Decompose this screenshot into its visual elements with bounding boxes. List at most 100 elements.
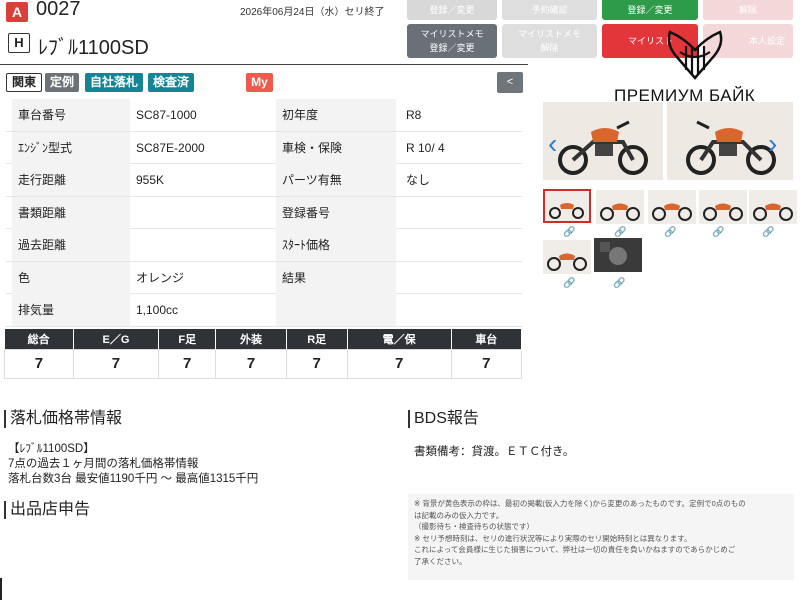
spec-label: 走行距離 — [12, 164, 130, 196]
grade-value: 7 — [450, 348, 523, 379]
grade-header: E／G — [73, 329, 160, 349]
grade-value: 7 — [346, 348, 452, 379]
grade-header-row: 総合 E／G F足 外装 R足 電／保 車台 — [4, 329, 523, 349]
auction-date: 2026年06月24日（水）セリ終了 — [240, 7, 385, 18]
cancel-button-label: 解除 — [738, 5, 757, 15]
spec-label: 登録番号 — [276, 196, 396, 229]
thumbnail-1-image — [549, 203, 584, 219]
grade-header: 車台 — [451, 329, 523, 349]
grade-table: 総合 E／G F足 外装 R足 電／保 車台 7777777 — [4, 329, 523, 379]
main-photo[interactable] — [543, 102, 793, 180]
thumbnail-5-image — [753, 203, 793, 221]
rank-badge: H — [8, 33, 30, 53]
grade-value: 7 — [4, 348, 74, 379]
thumbnail-3[interactable] — [648, 190, 696, 224]
spec-label: 車検・保険 — [276, 131, 396, 164]
header-divider — [0, 64, 528, 65]
lot-number: 0027 — [36, 0, 81, 20]
spec-row: 走行距離 955K パーツ有無 なし — [6, 164, 522, 197]
thumbnail-7[interactable] — [594, 238, 642, 272]
grade-value: 7 — [215, 348, 287, 379]
note-line: は記載のみの仮入力です。 — [414, 510, 504, 520]
register-button-1[interactable]: 登録／変更 — [407, 0, 497, 20]
spec-value: SC87E-2000 — [136, 140, 205, 155]
link-icon-2[interactable]: 🔗 — [614, 227, 626, 238]
mylist-memo-label: マイリストメモ — [420, 29, 484, 39]
grade-value-row: 7777777 — [4, 348, 523, 379]
spec-value: R 10/ 4 — [406, 140, 445, 155]
thumbnail-7-image — [594, 238, 642, 272]
spec-label: 車台番号 — [12, 99, 130, 131]
thumbnail-4[interactable] — [699, 190, 747, 224]
thumbnail-2[interactable] — [596, 190, 644, 224]
seller-declaration-title: 出品店申告 — [4, 501, 90, 519]
spec-row: 書類距離 登録番号 — [6, 196, 522, 229]
mylist-memo-button[interactable]: マイリストメモ 登録／変更 — [407, 24, 497, 58]
prev-photo-chevron-icon[interactable]: ‹ — [548, 128, 557, 160]
thumbnail-1[interactable] — [543, 189, 591, 223]
grade-header: F足 — [158, 329, 217, 349]
thumbnail-4-image — [703, 203, 743, 221]
reservation-button[interactable]: 予約確認 — [502, 0, 597, 20]
link-icon-3[interactable]: 🔗 — [664, 227, 676, 238]
grade-value: 7 — [158, 348, 217, 379]
page: A 0027 2026年06月24日（水）セリ終了 H ﾚﾌﾞﾙ1100SD 登… — [0, 0, 800, 600]
spec-label: パーツ有無 — [276, 164, 396, 196]
link-icon-6[interactable]: 🔗 — [563, 278, 575, 289]
spec-table: 車台番号 SC87-1000 初年度 R8 ｴﾝｼﾞﾝ型式 SC87E-2000 車検・保険… — [6, 99, 522, 327]
note-line: （撮影待ち・検査待ちの状態です） — [414, 522, 534, 531]
spec-row: ｴﾝｼﾞﾝ型式 SC87E-2000 車検・保険 R 10/ 4 — [6, 131, 522, 164]
link-icon-4[interactable]: 🔗 — [712, 227, 724, 238]
thumbnail-2-image — [600, 203, 640, 221]
motorcycle-photo-image — [543, 102, 793, 180]
bid-info-line: 落札台数3台 最安値1190千円 〜 最高値1315千円 — [8, 473, 259, 485]
my-tag[interactable]: My — [246, 73, 273, 92]
mylist-memo-sublabel: 登録／変更 — [429, 43, 475, 53]
spec-row: 車台番号 SC87-1000 初年度 R8 — [6, 99, 522, 132]
spec-row: 過去距離 ｽﾀｰﾄ価格 — [6, 229, 522, 262]
note-line: ※ 背景が黄色表示の枠は、最初の掲載(仮入力を除く)から変更のあったものです。定… — [414, 499, 746, 508]
spec-value: R8 — [406, 108, 422, 122]
spec-value: なし — [406, 173, 431, 187]
spec-row: 色オレンジ 結果 — [6, 261, 522, 294]
notes-box: ※ 背景が黄色表示の枠は、最初の掲載(仮入力を除く)から変更のあったものです。定… — [408, 494, 794, 580]
model-name: ﾚﾌﾞﾙ1100SD — [38, 37, 149, 59]
register-button-2[interactable]: 登録／変更 — [602, 0, 698, 20]
note-line: ※ セリ予想時刻は、セリの進行状況等により実際のセリ開始時刻とは異なります。 — [414, 533, 692, 543]
thumbnail-6-image — [547, 253, 587, 271]
grade-header: R足 — [286, 329, 348, 349]
mylist-memo2-sublabel: 解除 — [540, 43, 559, 53]
link-icon-5[interactable]: 🔗 — [762, 227, 774, 238]
spec-label: 排気量 — [12, 294, 130, 326]
collapse-button[interactable]: < — [497, 72, 523, 93]
grade-value: 7 — [285, 348, 348, 379]
reservation-button-label: 予約確認 — [531, 5, 568, 15]
register-button-2-label: 登録／変更 — [627, 5, 673, 15]
spec-value: SC87-1000 — [136, 108, 197, 122]
link-icon-1[interactable]: 🔗 — [563, 227, 575, 238]
note-line: これによって会員様に生じた損害について、弊社は一切の責任を負いかねますのであらか… — [414, 545, 736, 554]
grade-header: 外装 — [215, 329, 287, 349]
link-icon-7[interactable]: 🔗 — [613, 278, 625, 289]
spec-label: ｴﾝｼﾞﾝ型式 — [12, 131, 130, 164]
thumbnail-5[interactable] — [749, 190, 797, 224]
custom-setting-label: 本人設定 — [748, 36, 785, 46]
next-photo-chevron-icon[interactable]: › — [768, 128, 777, 160]
thumbnail-6[interactable] — [543, 240, 591, 274]
grade-header: 電／保 — [347, 329, 452, 349]
bid-info-title: 落札価格帯情報 — [4, 410, 122, 428]
lot-badge: A — [6, 2, 28, 22]
regular-tag: 定例 — [45, 73, 80, 92]
cancel-button[interactable]: 解除 — [703, 0, 793, 20]
spec-label: 過去距離 — [12, 229, 130, 261]
left-edge-bar — [0, 578, 2, 600]
spec-label: 色 — [12, 261, 130, 294]
thumbnail-3-image — [652, 203, 692, 221]
mylist-memo-clear-button[interactable]: マイリストメモ 解除 — [502, 24, 597, 58]
inspected-tag: 検査済 — [148, 73, 195, 92]
region-tag: 関東 — [6, 73, 43, 92]
bid-info-line: 【ﾚﾌﾞﾙ1100SD】 — [8, 443, 95, 455]
spec-label: 初年度 — [276, 99, 396, 131]
register-button-1-label: 登録／変更 — [429, 5, 475, 15]
bds-body: 書類備考：貸渡。ＥＴＣ付き。 — [414, 446, 575, 458]
